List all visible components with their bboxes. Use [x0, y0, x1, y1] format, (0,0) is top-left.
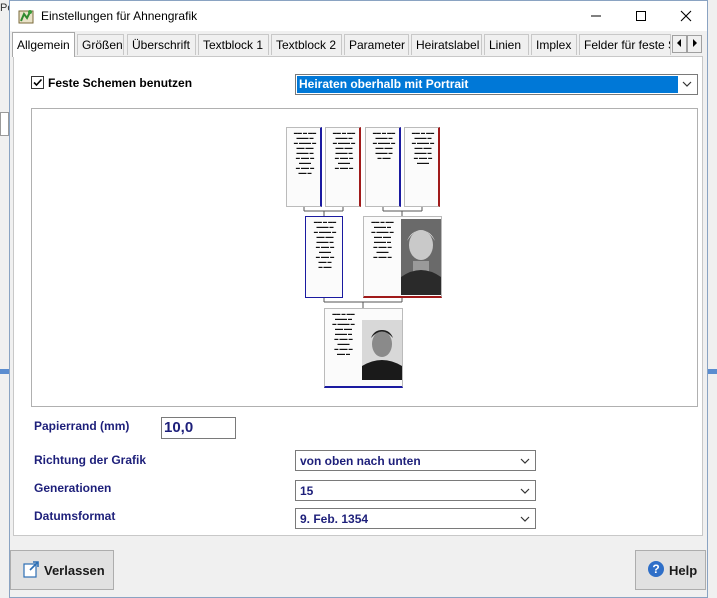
close-icon: [680, 10, 692, 22]
chevron-down-icon: [682, 81, 692, 87]
tab-bar: Allgemein Größen Überschrift Textblock 1…: [10, 32, 707, 57]
preview-person-card-portrait: ▬▬ ▬ ▬▬ ▬▬▬ ▬ ▬ ▬▬▬ ▬ ▬▬ ▬▬ ▬▬▬ ▬ ▬ ▬▬ ▬ ▬▬▬ ▬ …: [324, 308, 403, 388]
help-button-label: Help: [669, 563, 698, 578]
fixed-schemes-checkbox[interactable]: [31, 76, 44, 89]
background-field-fragment: [0, 112, 9, 136]
scheme-preview: ▬▬ ▬ ▬▬ ▬▬▬ ▬ ▬ ▬▬▬ ▬ ▬▬ ▬▬ ▬▬▬ ▬ ▬ ▬▬ ▬ ▬▬▬ ▬ …: [31, 108, 698, 407]
tab-allgemein[interactable]: Allgemein: [12, 32, 75, 57]
minimize-button[interactable]: [573, 1, 619, 31]
tab-textblock-1[interactable]: Textblock 1: [198, 34, 269, 55]
close-button[interactable]: [663, 1, 709, 31]
svg-text:?: ?: [652, 562, 659, 576]
background-blue-bar-left: [0, 369, 9, 374]
generations-label: Generationen: [34, 481, 112, 495]
fixed-schemes-label: Feste Schemen benutzen: [48, 76, 193, 90]
portrait-image: [401, 219, 441, 295]
minimize-icon: [591, 15, 601, 17]
preview-person-card: ▬▬ ▬ ▬▬ ▬▬▬ ▬ ▬ ▬▬▬ ▬ ▬▬ ▬▬ ▬▬▬ ▬ ▬ ▬▬: [365, 127, 401, 207]
tab-heiratslabel[interactable]: Heiratslabel: [411, 34, 482, 55]
direction-label: Richtung der Grafik: [34, 453, 147, 467]
tab-panel-allgemein: Feste Schemen benutzen Heiraten oberhalb…: [13, 56, 703, 536]
generations-select[interactable]: 15: [295, 480, 536, 501]
preview-person-card: ▬▬ ▬ ▬▬ ▬▬▬ ▬ ▬ ▬▬▬ ▬ ▬▬ ▬▬ ▬▬▬ ▬ ▬ ▬▬ ▬ ▬▬▬ ▬ …: [286, 127, 322, 207]
generations-value: 15: [300, 484, 314, 498]
scheme-selected-value: Heiraten oberhalb mit Portrait: [297, 76, 678, 93]
chevron-down-icon: [520, 488, 530, 494]
preview-person-card-portrait: ▬▬ ▬ ▬▬ ▬▬▬ ▬ ▬ ▬▬▬ ▬ ▬▬ ▬▬ ▬▬▬ ▬ ▬ ▬▬ ▬ ▬▬▬ ▬ …: [363, 216, 442, 298]
tab-implex[interactable]: Implex: [531, 34, 577, 55]
chevron-left-icon: [677, 39, 681, 47]
exit-button[interactable]: Verlassen: [10, 550, 114, 590]
preview-person-card: ▬▬ ▬ ▬▬ ▬▬▬ ▬ ▬ ▬▬▬ ▬ ▬▬ ▬▬ ▬▬▬ ▬ ▬ ▬▬ ▬ ▬▬▬: [404, 127, 440, 207]
tab-groessen[interactable]: Größen: [77, 34, 124, 55]
direction-select[interactable]: von oben nach unten: [295, 450, 536, 471]
portrait-image: [362, 320, 402, 380]
maximize-icon: [636, 11, 646, 21]
preview-person-card: ▬▬ ▬ ▬▬ ▬▬▬ ▬ ▬ ▬▬▬ ▬ ▬▬ ▬▬ ▬▬▬ ▬ ▬ ▬▬ ▬ ▬▬▬ ▬ …: [325, 127, 361, 207]
exit-icon: [23, 561, 39, 578]
paper-margin-label: Papierrand (mm): [34, 419, 130, 433]
scheme-select[interactable]: Heiraten oberhalb mit Portrait: [295, 74, 698, 95]
checkmark-icon: [33, 78, 43, 87]
background-app-right-edge: [707, 0, 717, 598]
portrait-photo-man: [362, 320, 402, 380]
tab-ueberschrift[interactable]: Überschrift: [127, 34, 196, 55]
background-blue-bar-right: [708, 369, 717, 374]
date-format-label: Datumsformat: [34, 509, 116, 523]
maximize-button[interactable]: [618, 1, 664, 31]
tab-scroll-left-button[interactable]: [672, 35, 687, 53]
date-format-select[interactable]: 9. Feb. 1354: [295, 508, 536, 529]
tab-scroll-right-button[interactable]: [687, 35, 702, 53]
app-tree-icon: [18, 10, 34, 24]
chevron-down-icon: [520, 516, 530, 522]
portrait-photo-woman: [401, 219, 441, 295]
preview-person-card: ▬▬ ▬ ▬▬ ▬▬▬ ▬ ▬ ▬▬▬ ▬ ▬▬ ▬▬ ▬▬▬ ▬ ▬ ▬▬ ▬ ▬▬▬ ▬ …: [305, 216, 343, 298]
direction-value: von oben nach unten: [300, 454, 421, 468]
help-button[interactable]: ? Help: [635, 550, 706, 590]
tab-felder-fuer-feste-schemen[interactable]: Felder für feste S: [579, 34, 671, 55]
settings-dialog: Einstellungen für Ahnengrafik Allgemein …: [9, 0, 708, 598]
tab-textblock-2[interactable]: Textblock 2: [271, 34, 342, 55]
tab-linien[interactable]: Linien: [484, 34, 529, 55]
chevron-down-icon: [520, 458, 530, 464]
paper-margin-input[interactable]: 10,0: [161, 417, 236, 439]
date-format-value: 9. Feb. 1354: [300, 512, 369, 526]
help-icon: ?: [648, 561, 664, 577]
tab-parameter[interactable]: Parameter: [344, 34, 409, 55]
exit-button-label: Verlassen: [44, 563, 105, 578]
chevron-right-icon: [693, 39, 697, 47]
title-bar: Einstellungen für Ahnengrafik: [10, 1, 707, 31]
window-title: Einstellungen für Ahnengrafik: [41, 9, 198, 23]
